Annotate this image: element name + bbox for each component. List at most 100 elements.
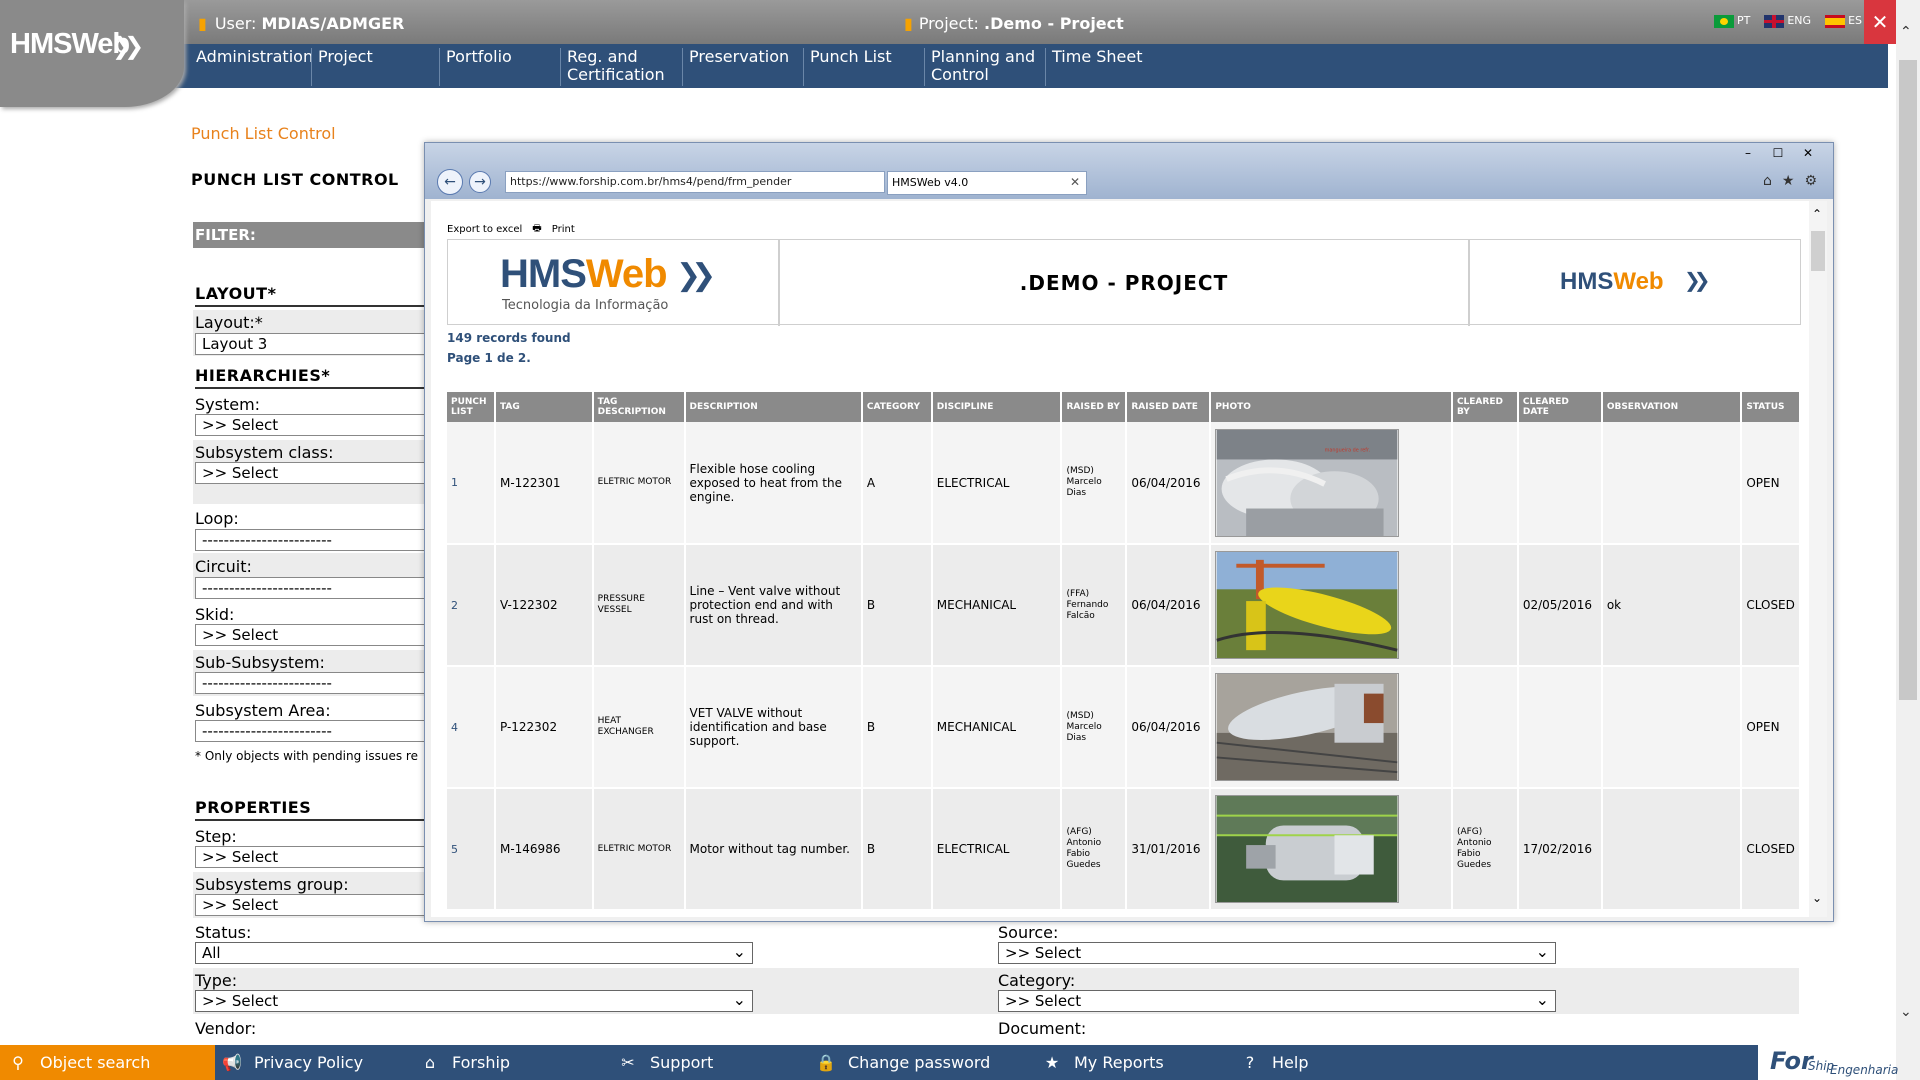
source-select-value: >> Select bbox=[1005, 944, 1082, 962]
forward-icon[interactable]: → bbox=[469, 171, 491, 193]
lang-es[interactable]: ES bbox=[1825, 14, 1862, 28]
lang-pt[interactable]: PT bbox=[1714, 14, 1750, 28]
logo-subtitle: Tecnologia da Informação bbox=[502, 298, 669, 313]
col-category[interactable]: CATEGORY bbox=[861, 392, 933, 422]
source-select[interactable]: >> Select ⌄ bbox=[998, 942, 1556, 964]
home-icon[interactable]: ⌂ bbox=[1763, 173, 1772, 189]
heat-exchanger-photo[interactable] bbox=[1215, 673, 1400, 781]
nav-preservation[interactable]: Preservation bbox=[682, 48, 800, 86]
col-raised-date[interactable]: RAISED DATE bbox=[1126, 392, 1212, 422]
col-tag-description[interactable]: TAG DESCRIPTION bbox=[592, 392, 686, 422]
back-icon[interactable]: ← bbox=[437, 169, 463, 195]
close-icon[interactable]: ✕ bbox=[1793, 143, 1823, 163]
maximize-icon[interactable]: ☐ bbox=[1763, 143, 1793, 163]
breadcrumb[interactable]: Punch List Control bbox=[191, 124, 336, 143]
col-cleared-date[interactable]: CLEARED DATE bbox=[1517, 392, 1603, 422]
report-scrollbar-thumb[interactable] bbox=[1811, 231, 1825, 271]
scroll-down-icon[interactable]: ⌄ bbox=[1812, 891, 1822, 905]
minimize-icon[interactable]: – bbox=[1733, 143, 1763, 163]
close-button[interactable]: ✕ bbox=[1864, 0, 1896, 44]
col-tag[interactable]: TAG bbox=[494, 392, 594, 422]
skid-label: Skid: bbox=[195, 605, 235, 624]
user-prefix: User: bbox=[214, 14, 257, 33]
subsystem-class-select[interactable]: >> Select bbox=[195, 462, 445, 484]
subsystem-area-select[interactable]: ------------------------ bbox=[195, 720, 445, 742]
type-select[interactable]: >> Select ⌄ bbox=[195, 990, 753, 1012]
brazil-flag-icon bbox=[1714, 14, 1734, 28]
col-cleared-by[interactable]: CLEARED BY bbox=[1451, 392, 1519, 422]
skid-select[interactable]: >> Select bbox=[195, 624, 445, 646]
my-reports-link[interactable]: ★ My Reports bbox=[1042, 1045, 1164, 1080]
gear-icon[interactable]: ⚙ bbox=[1804, 173, 1817, 189]
punch-id-link[interactable]: 5 bbox=[451, 843, 458, 856]
description-cell: Flexible hose cooling exposed to heat fr… bbox=[684, 422, 863, 545]
tab-close-icon[interactable]: ✕ bbox=[1070, 175, 1080, 189]
loop-select[interactable]: ------------------------ bbox=[195, 529, 445, 551]
punch-id-link[interactable]: 4 bbox=[451, 721, 458, 734]
category-select[interactable]: >> Select ⌄ bbox=[998, 990, 1556, 1012]
category-cell: B bbox=[861, 788, 933, 911]
nav-punch-list[interactable]: Punch List bbox=[803, 48, 921, 86]
cleared-by-cell bbox=[1451, 666, 1519, 789]
subsystems-group-select[interactable]: >> Select bbox=[195, 894, 445, 916]
favorites-star-icon[interactable]: ★ bbox=[1782, 173, 1795, 189]
step-select[interactable]: >> Select bbox=[195, 846, 445, 868]
browser-tab[interactable]: HMSWeb v4.0 ✕ bbox=[887, 171, 1087, 195]
scroll-up-icon[interactable]: ⌃ bbox=[1900, 24, 1912, 40]
tag-cell: P-122302 bbox=[494, 666, 594, 789]
table-row: 1 M-122301 ELETRIC MOTOR Flexible hose c… bbox=[447, 422, 1801, 545]
object-search-button[interactable]: ⚲ Object search bbox=[0, 1045, 215, 1080]
table-row: 5 M-146986 ELETRIC MOTOR Motor without t… bbox=[447, 788, 1801, 911]
nav-project[interactable]: Project bbox=[311, 48, 436, 86]
report-scrollbar[interactable]: ⌃ ⌄ bbox=[1809, 201, 1827, 917]
privacy-policy-link[interactable]: 📢 Privacy Policy bbox=[222, 1045, 363, 1080]
page-scrollbar-thumb[interactable] bbox=[1899, 60, 1917, 700]
nav-planning-control[interactable]: Planning and Control bbox=[924, 48, 1042, 86]
sub-subsystem-select[interactable]: ------------------------ bbox=[195, 672, 445, 694]
printer-icon[interactable]: 🖶 bbox=[532, 221, 541, 238]
col-status[interactable]: STATUS bbox=[1741, 392, 1801, 422]
col-punch-list[interactable]: PUNCH LIST bbox=[447, 392, 496, 422]
punch-id-link[interactable]: 2 bbox=[451, 599, 458, 612]
support-link[interactable]: ✂ Support bbox=[618, 1045, 713, 1080]
nav-portfolio[interactable]: Portfolio bbox=[439, 48, 557, 86]
discipline-cell: MECHANICAL bbox=[931, 544, 1063, 667]
col-description[interactable]: DESCRIPTION bbox=[684, 392, 863, 422]
type-label: Type: bbox=[195, 971, 238, 990]
tag-cell: V-122302 bbox=[494, 544, 594, 667]
col-observation[interactable]: OBSERVATION bbox=[1601, 392, 1743, 422]
circuit-select[interactable]: ------------------------ bbox=[195, 577, 445, 599]
megaphone-icon: 📢 bbox=[222, 1053, 242, 1072]
page-info: Page 1 de 2. bbox=[447, 351, 531, 365]
yellow-pipe-photo[interactable] bbox=[1215, 551, 1400, 659]
filter-header: FILTER: bbox=[193, 222, 453, 248]
nav-reg-certification[interactable]: Reg. and Certification bbox=[560, 48, 680, 86]
nav-administration[interactable]: Administration bbox=[190, 48, 313, 86]
col-photo[interactable]: PHOTO bbox=[1210, 392, 1453, 422]
chevron-down-icon: ⌄ bbox=[732, 942, 746, 961]
lang-eng[interactable]: ENG bbox=[1764, 14, 1811, 28]
forship-link[interactable]: ⌂ Forship bbox=[420, 1045, 510, 1080]
export-excel-link[interactable]: Export to excel bbox=[447, 224, 522, 235]
motor-photo[interactable] bbox=[1215, 795, 1400, 903]
scroll-up-icon[interactable]: ⌃ bbox=[1812, 207, 1822, 221]
col-discipline[interactable]: DISCIPLINE bbox=[931, 392, 1063, 422]
print-link[interactable]: Print bbox=[552, 224, 575, 235]
logo-area[interactable]: HMSWeb ❯❯ bbox=[0, 0, 184, 107]
table-header-row: PUNCH LIST TAG TAG DESCRIPTION DESCRIPTI… bbox=[447, 392, 1801, 422]
change-password-link[interactable]: 🔒 Change password bbox=[816, 1045, 990, 1080]
raised-by-cell: (FFA) Fernando Falcão bbox=[1061, 544, 1128, 667]
address-bar[interactable]: https://www.forship.com.br/hms4/pend/frm… bbox=[505, 171, 885, 193]
system-select[interactable]: >> Select bbox=[195, 414, 445, 436]
nav-time-sheet[interactable]: Time Sheet bbox=[1045, 48, 1163, 86]
layout-select[interactable]: Layout 3 bbox=[195, 333, 445, 355]
punch-id-link[interactable]: 1 bbox=[451, 476, 458, 489]
logo-chevron-icon: ❯❯ bbox=[1684, 268, 1710, 292]
report-header: HMSWeb ❯❯ Tecnologia da Informação .DEMO… bbox=[447, 239, 1801, 326]
scroll-down-icon[interactable]: ⌄ bbox=[1900, 1004, 1912, 1020]
status-select[interactable]: All ⌄ bbox=[195, 942, 753, 964]
help-link[interactable]: ? Help bbox=[1240, 1045, 1309, 1080]
engine-photo[interactable]: mangueira de refr. bbox=[1215, 428, 1400, 537]
source-label: Source: bbox=[998, 923, 1059, 942]
col-raised-by[interactable]: RAISED BY bbox=[1061, 392, 1128, 422]
